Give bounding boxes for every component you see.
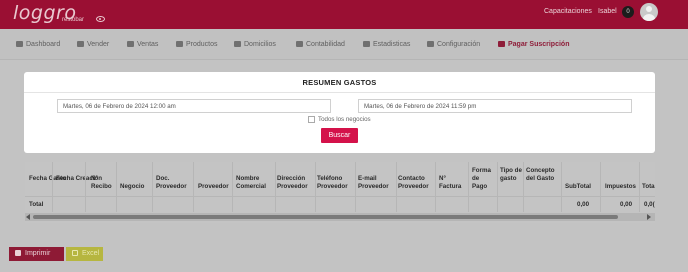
capacitaciones-link[interactable]: Capacitaciones [544,8,592,15]
divider [232,162,233,212]
scroll-thumb[interactable] [33,215,618,219]
nav-item-dashboard[interactable]: Dashboard [16,41,60,48]
divider [152,162,153,212]
gear-icon [427,41,434,47]
dashboard-icon [16,41,23,47]
app-logo-subtitle: restobar [62,17,85,23]
all-business-label: Todos los negocios [318,116,371,123]
column-header[interactable]: Proveedor [198,183,229,191]
divider [435,162,436,212]
divider [396,162,397,212]
nav-item-label: Productos [186,41,218,48]
date-from-input[interactable]: Martes, 06 de Febrero de 2024 12:00 am [57,99,331,113]
divider [275,162,276,212]
motorcycle-icon [234,41,241,47]
divider [25,196,655,197]
nav-item-domicilios[interactable]: Domicilios [234,41,276,48]
divider [468,162,469,212]
divider [523,162,524,212]
scroll-right-icon[interactable] [647,214,651,220]
column-header[interactable]: Concepto del Gasto [526,167,560,183]
divider [24,92,655,93]
column-header[interactable]: Nombre Comercial [236,175,276,191]
calculator-icon [296,41,303,47]
column-header[interactable]: Doc. Proveedor [156,175,192,191]
eye-icon[interactable] [96,16,105,22]
divider [315,162,316,212]
nav-item-productos[interactable]: Productos [176,41,218,48]
column-header[interactable]: Teléfono Proveedor [317,175,357,191]
basket-icon [176,41,183,47]
column-header[interactable]: Forma de Pago [472,167,496,191]
search-button[interactable]: Buscar [321,128,358,143]
top-bar: loggro restobar Capacitaciones Isabel 0 [0,0,688,29]
tags-icon [127,41,134,47]
divider [52,162,53,212]
nav-item-label: Contabilidad [306,41,345,48]
subtotal-total: 0,00 [577,201,590,208]
nav-item-configuracion[interactable]: Configuración [427,41,480,48]
print-button[interactable]: Imprimir [9,247,64,261]
divider [600,162,601,212]
panel-title: RESUMEN GASTOS [302,78,377,87]
cart-icon [77,41,84,47]
chart-line-icon [363,41,370,47]
divider [85,162,86,212]
all-business-checkbox[interactable] [308,116,315,123]
file-excel-icon [72,250,78,256]
column-header[interactable]: Tota [642,183,655,191]
nav-item-ventas[interactable]: Ventas [127,41,158,48]
nav-item-label: Dashboard [26,41,61,48]
credit-card-icon [498,41,505,47]
column-header[interactable]: E-mail Proveedor [358,175,398,191]
nav-item-estadisticas[interactable]: Estadisticas [363,41,410,48]
column-header[interactable]: Contacto Proveedor [398,175,438,191]
nav-item-label: Configuración [437,41,481,48]
date-to-input[interactable]: Martes, 06 de Febrero de 2024 11:59 pm [358,99,632,113]
excel-button[interactable]: Excel [66,247,103,261]
horizontal-scrollbar[interactable] [25,213,655,221]
divider [561,162,562,212]
nav-item-contabilidad[interactable]: Contabilidad [296,41,345,48]
notification-badge[interactable]: 0 [622,6,634,18]
divider [497,162,498,212]
avatar[interactable] [640,3,658,21]
total-total: 0,0( [644,201,655,208]
nav-item-label: Pagar Suscripción [508,41,570,48]
column-header[interactable]: N° Recibo [91,175,115,191]
nav-item-label: Domicilios [244,41,276,48]
impuestos-total: 0,00 [620,201,633,208]
column-header[interactable]: Dirección Proveedor [277,175,317,191]
column-header[interactable]: Negocio [120,183,144,191]
nav-item-label: Vender [87,41,110,48]
printer-icon [15,250,21,256]
expenses-table: Fecha Gasto Fecha Creación N° Recibo Neg… [25,162,655,223]
main-nav: Dashboard Vender Ventas Productos Domici… [0,29,688,60]
nav-item-label: Ventas [137,41,159,48]
scroll-left-icon[interactable] [26,214,30,220]
total-label: Total [29,201,44,208]
resumen-gastos-panel: RESUMEN GASTOS Martes, 06 de Febrero de … [24,72,655,153]
nav-item-label: Estadisticas [373,41,411,48]
column-header[interactable]: Impuestos [605,183,636,191]
column-header[interactable]: Tipo de gasto [500,167,524,183]
nav-item-pagar-suscripcion[interactable]: Pagar Suscripción [498,41,569,48]
user-name[interactable]: Isabel [598,8,617,15]
column-header[interactable]: SubTotal [565,183,591,191]
divider [193,162,194,212]
column-header[interactable]: N° Factura [439,175,467,191]
divider [639,162,640,212]
excel-label: Excel [82,250,100,257]
nav-item-vender[interactable]: Vender [77,41,109,48]
divider [116,162,117,212]
print-label: Imprimir [25,250,51,257]
divider [355,162,356,212]
